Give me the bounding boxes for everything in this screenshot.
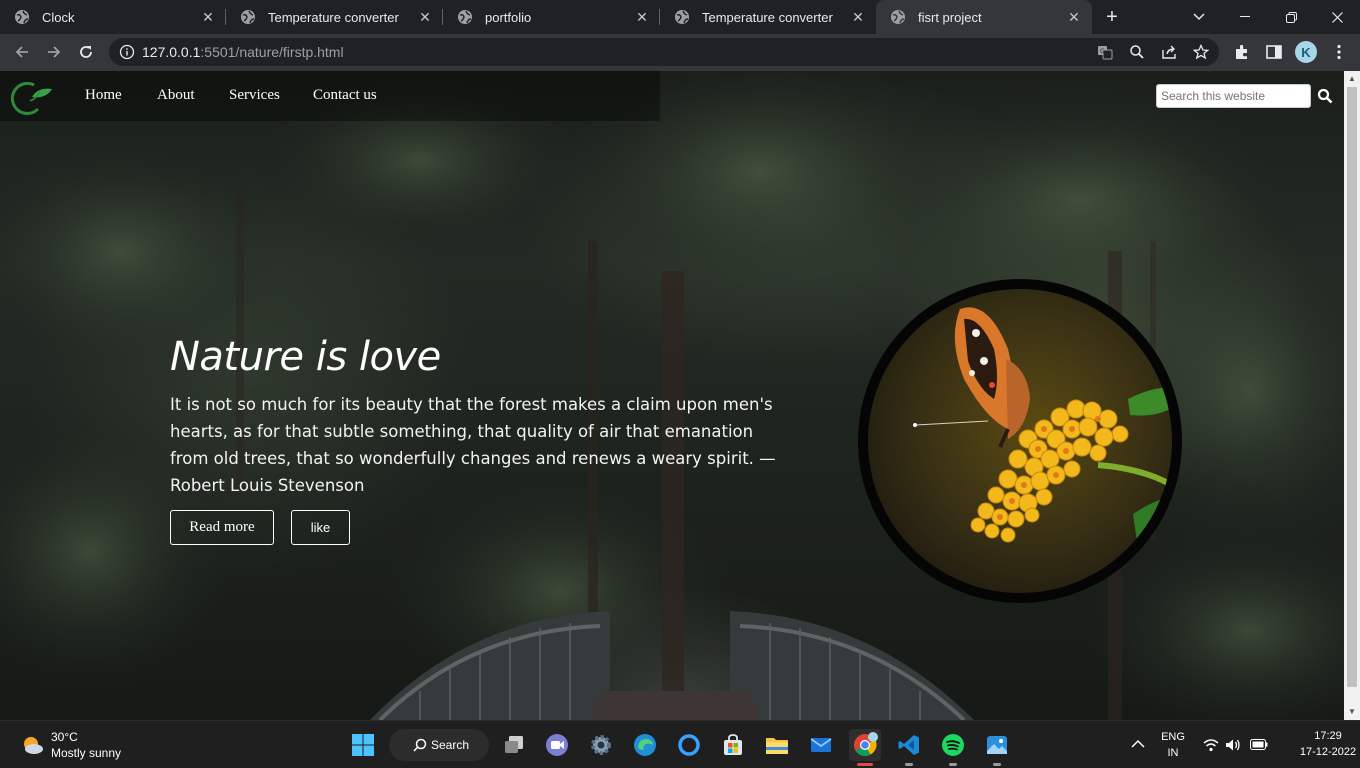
microsoft-store-icon[interactable] (717, 729, 749, 761)
tab-title: Temperature converter (268, 9, 399, 25)
url-text: 127.0.0.1:5501/nature/firstp.html (142, 44, 344, 60)
close-icon[interactable]: ✕ (1064, 7, 1084, 27)
edge-browser-icon[interactable] (629, 729, 661, 761)
running-indicator (905, 763, 913, 766)
back-button[interactable] (10, 40, 34, 64)
vscode-icon[interactable] (893, 729, 925, 766)
translate-icon[interactable]: G (1097, 44, 1113, 60)
cortana-icon[interactable] (673, 729, 705, 761)
scrollbar-thumb[interactable] (1347, 87, 1357, 687)
zoom-icon[interactable] (1129, 44, 1145, 60)
page-viewport: Home About Services Contact us Nature is… (0, 71, 1344, 720)
close-window-button[interactable] (1314, 0, 1360, 34)
tab-temperature-converter-2[interactable]: Temperature converter ✕ (660, 0, 876, 34)
nav-contact-us[interactable]: Contact us (313, 87, 377, 104)
profile-avatar[interactable]: K (1295, 41, 1317, 63)
file-explorer-icon[interactable] (761, 729, 793, 761)
new-tab-button[interactable]: + (1100, 5, 1124, 29)
mail-icon[interactable] (805, 729, 837, 761)
tab-temperature-converter[interactable]: Temperature converter ✕ (226, 0, 443, 34)
forward-button[interactable] (42, 40, 66, 64)
weather-temperature[interactable]: 30°C (51, 730, 78, 744)
tab-strip: Clock ✕ Temperature converter ✕ portfoli… (0, 0, 1360, 34)
spotify-icon[interactable] (937, 729, 969, 766)
share-icon[interactable] (1161, 44, 1177, 60)
battery-icon[interactable] (1250, 739, 1268, 750)
globe-icon (240, 9, 256, 25)
hero-title: Nature is love (170, 334, 441, 380)
chevron-up-icon[interactable] (1131, 739, 1145, 749)
address-bar[interactable]: 127.0.0.1:5501/nature/firstp.html G (109, 38, 1219, 66)
teams-chat-icon[interactable] (541, 729, 573, 761)
url-host: 127.0.0.1 (142, 44, 201, 60)
globe-icon (674, 9, 690, 25)
weather-description[interactable]: Mostly sunny (51, 746, 121, 760)
globe-icon (890, 9, 906, 25)
volume-icon[interactable] (1225, 738, 1241, 752)
clock-date[interactable]: 17-12-2022 (1298, 746, 1358, 758)
clock-time[interactable]: 17:29 (1300, 730, 1356, 742)
nav-home[interactable]: Home (85, 87, 122, 104)
extensions-icon[interactable] (1233, 43, 1251, 61)
read-more-button[interactable]: Read more (170, 510, 274, 545)
close-icon[interactable]: ✕ (198, 7, 218, 27)
tab-portfolio[interactable]: portfolio ✕ (443, 0, 660, 34)
leaf-logo-icon[interactable] (8, 79, 54, 119)
search-icon (413, 738, 427, 752)
search-icon[interactable] (1317, 88, 1333, 104)
site-search-input[interactable] (1156, 84, 1311, 108)
globe-icon (14, 9, 30, 25)
url-path: :5501/nature/firstp.html (200, 44, 344, 60)
nav-services[interactable]: Services (229, 87, 280, 104)
butterfly-image (858, 279, 1182, 603)
running-indicator (949, 763, 957, 766)
restore-button[interactable] (1268, 0, 1314, 34)
like-button[interactable]: like (291, 510, 350, 545)
tab-title: Clock (42, 9, 75, 25)
tab-title: fisrt project (918, 9, 982, 25)
close-icon[interactable]: ✕ (632, 7, 652, 27)
page-scrollbar[interactable]: ▲ ▼ (1344, 71, 1360, 720)
running-indicator (993, 763, 1001, 766)
task-view-icon[interactable] (498, 729, 530, 761)
language-region[interactable]: IN (1160, 747, 1186, 759)
taskbar-search-label: Search (431, 738, 470, 752)
tab-title: portfolio (485, 9, 532, 25)
close-icon[interactable]: ✕ (415, 7, 435, 27)
globe-icon (457, 9, 473, 25)
chrome-taskbar-icon[interactable] (849, 729, 881, 766)
nav-about[interactable]: About (157, 87, 195, 104)
side-panel-icon[interactable] (1265, 43, 1283, 61)
tab-clock[interactable]: Clock ✕ (0, 0, 226, 34)
close-icon[interactable]: ✕ (848, 7, 868, 27)
start-button[interactable] (347, 729, 379, 761)
partly-sunny-icon[interactable] (20, 733, 44, 757)
svg-text:G: G (1100, 48, 1105, 55)
scroll-up-icon[interactable]: ▲ (1347, 74, 1357, 84)
tab-search-button[interactable] (1176, 0, 1222, 34)
settings-gear-icon[interactable] (585, 729, 617, 761)
browser-toolbar: 127.0.0.1:5501/nature/firstp.html G K (0, 34, 1360, 71)
menu-kebab-icon[interactable] (1330, 43, 1348, 61)
hero-quote: It is not so much for its beauty that th… (170, 395, 776, 495)
info-icon[interactable] (119, 44, 135, 60)
scroll-down-icon[interactable]: ▼ (1347, 707, 1357, 717)
photos-icon[interactable] (981, 729, 1013, 766)
windows-taskbar: 30°C Mostly sunny Search ENG IN 17:29 17… (0, 720, 1360, 768)
minimize-button[interactable] (1222, 0, 1268, 34)
bookmark-star-icon[interactable] (1192, 43, 1210, 60)
active-indicator (857, 763, 873, 766)
taskbar-search-button[interactable]: Search (389, 729, 489, 761)
language-indicator[interactable]: ENG (1160, 731, 1186, 743)
wifi-icon[interactable] (1203, 738, 1219, 752)
reload-button[interactable] (74, 40, 98, 64)
tab-title: Temperature converter (702, 9, 833, 25)
tab-fisrt-project[interactable]: fisrt project ✕ (876, 0, 1092, 34)
